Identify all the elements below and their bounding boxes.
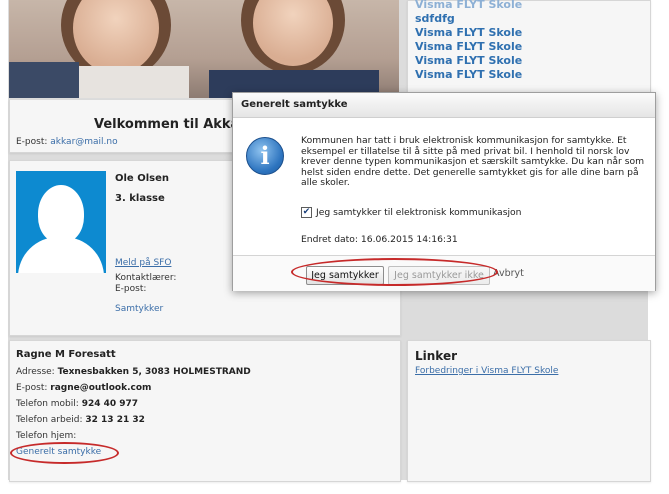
dialog-message: Kommunen har tatt i bruk elektronisk kom… [301, 135, 645, 189]
contact-teacher-label: Kontaktlærer: [115, 273, 177, 283]
child-email-label: E-post: [115, 284, 147, 294]
home-phone-label: Telefon hjem: [16, 431, 77, 441]
improvements-link[interactable]: Forbedringer i Visma FLYT Skole [415, 366, 558, 376]
welcome-email-label: E-post: [16, 137, 48, 147]
guardian-email-value: ragne@outlook.com [50, 383, 152, 393]
welcome-email-link[interactable]: akkar@mail.no [50, 137, 117, 147]
links-panel: Linker Forbedringer i Visma FLYT Skole [407, 340, 651, 482]
welcome-title: Velkommen til Akka [94, 117, 240, 132]
guardian-name: Ragne M Foresatt [16, 349, 116, 360]
address-label: Adresse: [16, 367, 55, 377]
top-link-2[interactable]: sdfdfg [415, 12, 522, 26]
work-phone-value: 32 13 21 32 [85, 415, 145, 425]
consent-dialog: Generelt samtykke i Kommunen har tatt i … [232, 92, 656, 291]
cancel-link[interactable]: Avbryt [493, 268, 524, 279]
top-link-3[interactable]: Visma FLYT Skole [415, 26, 522, 40]
top-links-panel: Visma FLYT Skole sdfdfg Visma FLYT Skole… [407, 0, 651, 94]
guardian-panel: Ragne M Foresatt Adresse: Texnesbakken 5… [9, 340, 401, 482]
general-consent-link[interactable]: Generelt samtykke [16, 447, 101, 457]
work-phone-label: Telefon arbeid: [16, 415, 83, 425]
changed-date: Endret dato: 16.06.2015 14:16:31 [301, 234, 458, 245]
consent-checkbox[interactable]: ✔ [301, 207, 312, 218]
avatar-head-shape [38, 185, 84, 243]
info-icon: i [246, 137, 284, 175]
mobile-value: 924 40 977 [81, 399, 139, 409]
child-class: 3. klasse [115, 193, 165, 204]
top-link-1[interactable]: Visma FLYT Skole [415, 0, 522, 12]
decline-button[interactable]: Jeg samtykker ikke [388, 266, 490, 285]
child-name: Ole Olsen [115, 173, 169, 184]
sfo-link[interactable]: Meld på SFO [115, 258, 171, 268]
profile-photo [9, 0, 399, 98]
consent-checkbox-label[interactable]: Jeg samtykker til elektronisk kommunikas… [316, 207, 521, 218]
page: Visma FLYT Skole sdfdfg Visma FLYT Skole… [0, 0, 669, 494]
top-link-5[interactable]: Visma FLYT Skole [415, 54, 522, 68]
consent-link-child[interactable]: Samtykker [115, 304, 163, 314]
top-link-6[interactable]: Visma FLYT Skole [415, 68, 522, 82]
links-title: Linker [415, 349, 458, 363]
consent-checkbox-row[interactable]: ✔ Jeg samtykker til elektronisk kommunik… [301, 207, 521, 218]
guardian-email-label: E-post: [16, 383, 48, 393]
avatar [16, 171, 106, 273]
top-link-4[interactable]: Visma FLYT Skole [415, 40, 522, 54]
accept-button[interactable]: Jeg samtykker [306, 266, 384, 285]
avatar-body-shape [18, 237, 104, 273]
dialog-title: Generelt samtykke [233, 93, 655, 118]
dialog-footer: Jeg samtykker Jeg samtykker ikke Avbryt [233, 255, 655, 291]
address-value: Texnesbakken 5, 3083 HOLMESTRAND [57, 367, 251, 377]
mobile-label: Telefon mobil: [16, 399, 79, 409]
